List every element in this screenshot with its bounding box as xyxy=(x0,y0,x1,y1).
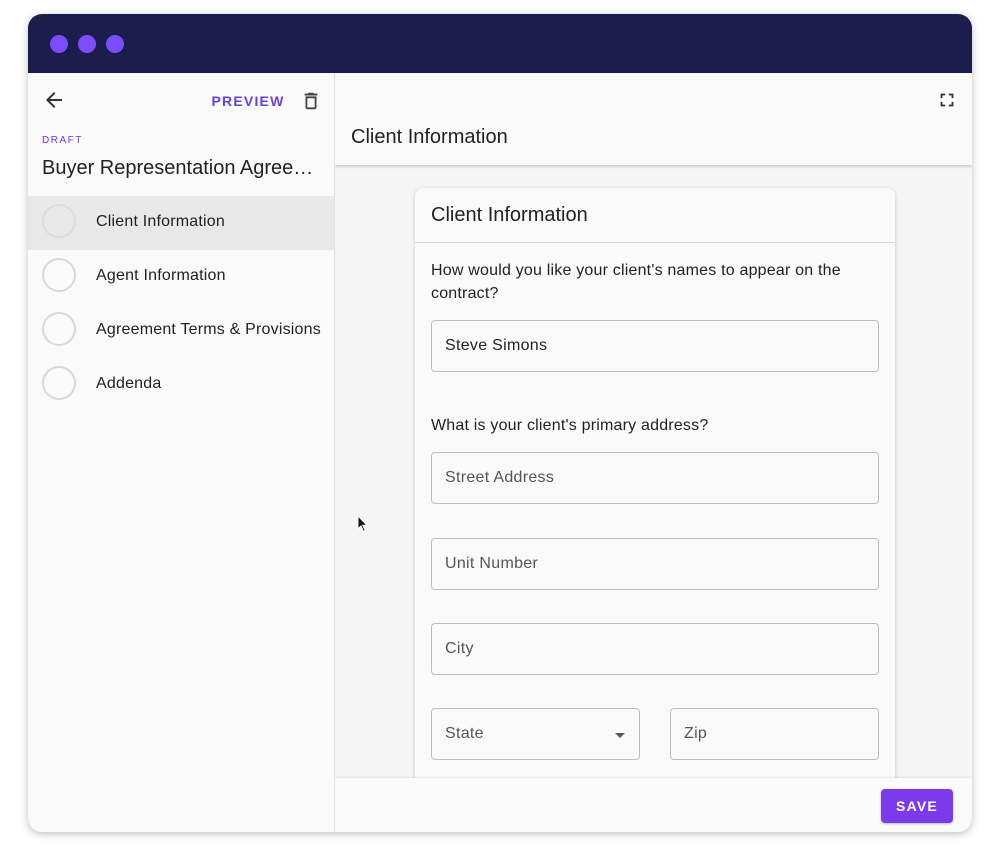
arrow-left-icon xyxy=(46,92,62,108)
window-dot-icon xyxy=(78,35,96,53)
back-button[interactable] xyxy=(42,88,66,112)
window-dot-icon xyxy=(50,35,68,53)
caret-down-icon xyxy=(615,733,625,738)
step-item-client-information[interactable]: Client Information xyxy=(28,196,334,250)
window-titlebar xyxy=(28,14,972,73)
step-item-agent-information[interactable]: Agent Information xyxy=(28,250,334,304)
city-input[interactable] xyxy=(432,624,878,674)
window-dot-icon xyxy=(106,35,124,53)
client-names-field xyxy=(431,320,879,372)
delete-button[interactable] xyxy=(300,90,322,112)
unit-number-field xyxy=(431,538,879,590)
city-field xyxy=(431,623,879,675)
fullscreen-button[interactable] xyxy=(936,89,958,111)
step-list: Client Information Agent Information Agr… xyxy=(28,196,334,412)
card-title: Client Information xyxy=(431,204,588,226)
main-panel: Client Information Client Information Ho… xyxy=(335,73,972,832)
step-circle-icon xyxy=(42,258,76,292)
question-primary-address: What is your client's primary address? xyxy=(431,417,709,434)
save-button[interactable]: SAVE xyxy=(881,789,953,823)
preview-button[interactable]: PREVIEW xyxy=(206,91,290,111)
step-label: Agreement Terms & Provisions xyxy=(96,321,321,338)
card-divider xyxy=(415,242,895,243)
step-item-addenda[interactable]: Addenda xyxy=(28,358,334,412)
question-client-names: How would you like your client's names t… xyxy=(431,262,841,302)
page-title: Client Information xyxy=(351,126,508,148)
state-select-label: State xyxy=(445,725,484,742)
unit-number-input[interactable] xyxy=(432,539,878,589)
zip-input[interactable] xyxy=(671,709,878,759)
zip-field xyxy=(670,708,879,760)
footer-bar: SAVE xyxy=(335,778,972,832)
status-label: DRAFT xyxy=(42,135,83,146)
form-card: Client Information How would you like yo… xyxy=(415,188,895,808)
street-address-field xyxy=(431,452,879,504)
document-title: Buyer Representation Agreement xyxy=(42,157,326,179)
step-label: Agent Information xyxy=(96,267,226,284)
step-label: Addenda xyxy=(96,375,162,392)
trash-icon xyxy=(304,92,318,110)
state-select[interactable]: State xyxy=(431,708,640,760)
step-circle-icon xyxy=(42,204,76,238)
sidebar: PREVIEW DRAFT Buyer Representation Agree… xyxy=(28,73,335,832)
step-circle-icon xyxy=(42,312,76,346)
client-names-input[interactable] xyxy=(432,321,878,371)
street-address-input[interactable] xyxy=(432,453,878,503)
step-item-agreement-terms[interactable]: Agreement Terms & Provisions xyxy=(28,304,334,358)
mouse-cursor-icon xyxy=(357,515,369,533)
app-window: PREVIEW DRAFT Buyer Representation Agree… xyxy=(28,14,972,832)
fullscreen-icon xyxy=(940,93,954,107)
step-circle-icon xyxy=(42,366,76,400)
step-label: Client Information xyxy=(96,213,225,230)
main-header: Client Information xyxy=(335,73,972,165)
